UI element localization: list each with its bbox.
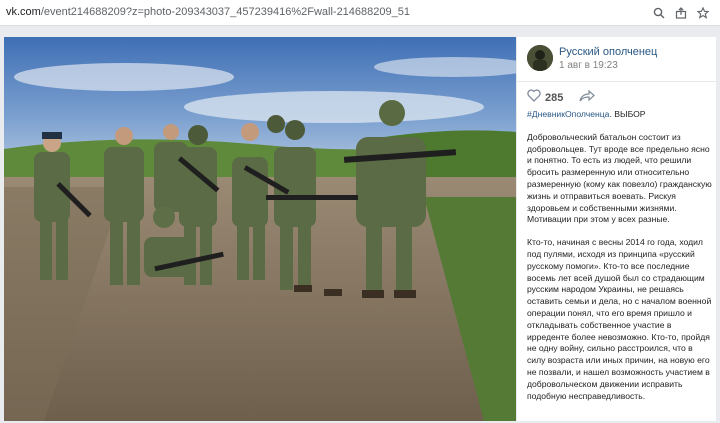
post-heading: #ДневникОполченца. ВЫБОР (527, 109, 713, 121)
share-page-icon[interactable] (672, 4, 690, 22)
heading-suffix: . ВЫБОР (609, 109, 646, 119)
post-photo[interactable] (4, 37, 516, 421)
like-button[interactable]: 285 (527, 89, 563, 107)
like-count: 285 (545, 92, 564, 104)
heart-icon (527, 89, 541, 107)
url-domain: vk.com (6, 6, 41, 18)
post-date[interactable]: 1 авг в 19:23 (559, 60, 618, 71)
url-text[interactable]: vk.com/event214688209?z=photo-209343037_… (6, 6, 410, 18)
post-side-panel: Русский ополченец 1 авг в 19:23 285 #Дне… (516, 37, 717, 421)
share-icon[interactable] (579, 89, 595, 107)
search-icon[interactable] (650, 4, 668, 22)
hashtag-link[interactable]: #ДневникОполченца (527, 109, 609, 119)
url-path: /event214688209?z=photo-209343037_457239… (40, 6, 410, 18)
browser-address-bar[interactable]: vk.com/event214688209?z=photo-209343037_… (0, 0, 720, 26)
divider (517, 81, 717, 82)
author-name[interactable]: Русский ополченец (559, 46, 657, 58)
star-icon[interactable] (694, 4, 712, 22)
post-text: #ДневникОполченца. ВЫБОР Добровольческий… (527, 109, 713, 413)
post-paragraph-1: Добровольческий батальон состоит из добр… (527, 131, 712, 225)
avatar[interactable] (527, 45, 553, 71)
post-paragraph-2: Кто-то, начиная с весны 2014 го года, хо… (527, 237, 712, 401)
